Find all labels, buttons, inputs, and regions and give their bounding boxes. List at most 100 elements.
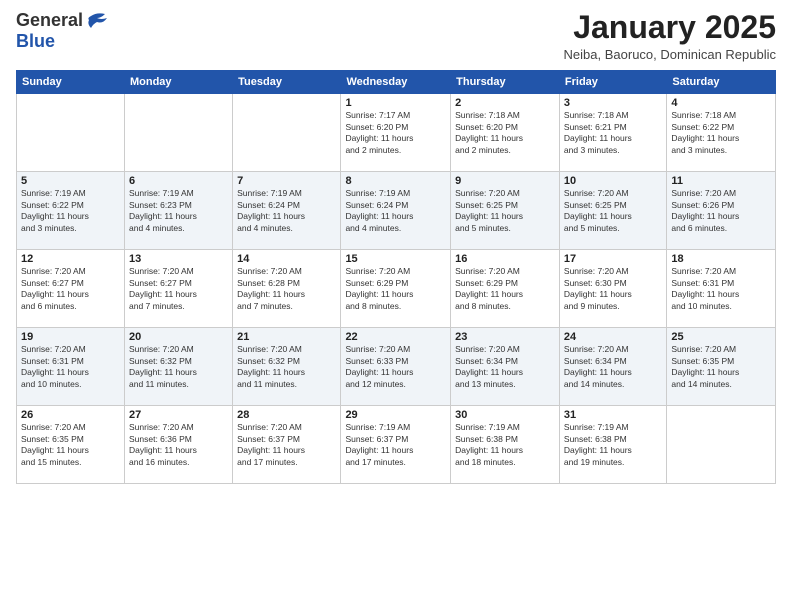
day-number: 19	[21, 331, 120, 343]
table-row: 16Sunrise: 7:20 AM Sunset: 6:29 PM Dayli…	[451, 250, 560, 328]
day-number: 24	[564, 331, 662, 343]
day-number: 16	[455, 253, 555, 265]
day-info: Sunrise: 7:20 AM Sunset: 6:35 PM Dayligh…	[671, 344, 771, 390]
table-row: 15Sunrise: 7:20 AM Sunset: 6:29 PM Dayli…	[341, 250, 451, 328]
day-number: 8	[345, 175, 446, 187]
day-info: Sunrise: 7:20 AM Sunset: 6:34 PM Dayligh…	[564, 344, 662, 390]
page: General Blue January 2025 Neiba, Baoruco…	[0, 0, 792, 612]
table-row: 20Sunrise: 7:20 AM Sunset: 6:32 PM Dayli…	[124, 328, 232, 406]
table-row: 30Sunrise: 7:19 AM Sunset: 6:38 PM Dayli…	[451, 406, 560, 484]
day-info: Sunrise: 7:20 AM Sunset: 6:34 PM Dayligh…	[455, 344, 555, 390]
day-info: Sunrise: 7:19 AM Sunset: 6:38 PM Dayligh…	[564, 422, 662, 468]
day-number: 31	[564, 409, 662, 421]
logo: General Blue	[16, 10, 111, 52]
day-info: Sunrise: 7:20 AM Sunset: 6:32 PM Dayligh…	[129, 344, 228, 390]
col-sunday: Sunday	[17, 71, 125, 94]
table-row: 10Sunrise: 7:20 AM Sunset: 6:25 PM Dayli…	[559, 172, 666, 250]
table-row: 1Sunrise: 7:17 AM Sunset: 6:20 PM Daylig…	[341, 94, 451, 172]
table-row: 25Sunrise: 7:20 AM Sunset: 6:35 PM Dayli…	[667, 328, 776, 406]
table-row: 31Sunrise: 7:19 AM Sunset: 6:38 PM Dayli…	[559, 406, 666, 484]
day-number: 14	[237, 253, 336, 265]
header-row: Sunday Monday Tuesday Wednesday Thursday…	[17, 71, 776, 94]
day-info: Sunrise: 7:18 AM Sunset: 6:22 PM Dayligh…	[671, 110, 771, 156]
day-number: 20	[129, 331, 228, 343]
day-info: Sunrise: 7:20 AM Sunset: 6:33 PM Dayligh…	[345, 344, 446, 390]
location-title: Neiba, Baoruco, Dominican Republic	[564, 47, 776, 62]
table-row: 12Sunrise: 7:20 AM Sunset: 6:27 PM Dayli…	[17, 250, 125, 328]
table-row: 21Sunrise: 7:20 AM Sunset: 6:32 PM Dayli…	[233, 328, 341, 406]
table-row: 17Sunrise: 7:20 AM Sunset: 6:30 PM Dayli…	[559, 250, 666, 328]
day-number: 7	[237, 175, 336, 187]
day-info: Sunrise: 7:19 AM Sunset: 6:37 PM Dayligh…	[345, 422, 446, 468]
day-info: Sunrise: 7:19 AM Sunset: 6:23 PM Dayligh…	[129, 188, 228, 234]
table-row: 2Sunrise: 7:18 AM Sunset: 6:20 PM Daylig…	[451, 94, 560, 172]
day-number: 21	[237, 331, 336, 343]
table-row: 9Sunrise: 7:20 AM Sunset: 6:25 PM Daylig…	[451, 172, 560, 250]
table-row: 14Sunrise: 7:20 AM Sunset: 6:28 PM Dayli…	[233, 250, 341, 328]
col-tuesday: Tuesday	[233, 71, 341, 94]
table-row: 4Sunrise: 7:18 AM Sunset: 6:22 PM Daylig…	[667, 94, 776, 172]
day-info: Sunrise: 7:20 AM Sunset: 6:30 PM Dayligh…	[564, 266, 662, 312]
table-row: 3Sunrise: 7:18 AM Sunset: 6:21 PM Daylig…	[559, 94, 666, 172]
table-row: 29Sunrise: 7:19 AM Sunset: 6:37 PM Dayli…	[341, 406, 451, 484]
day-info: Sunrise: 7:19 AM Sunset: 6:22 PM Dayligh…	[21, 188, 120, 234]
day-number: 28	[237, 409, 336, 421]
day-info: Sunrise: 7:18 AM Sunset: 6:20 PM Dayligh…	[455, 110, 555, 156]
table-row: 11Sunrise: 7:20 AM Sunset: 6:26 PM Dayli…	[667, 172, 776, 250]
day-number: 1	[345, 97, 446, 109]
day-info: Sunrise: 7:20 AM Sunset: 6:29 PM Dayligh…	[345, 266, 446, 312]
day-number: 9	[455, 175, 555, 187]
day-info: Sunrise: 7:20 AM Sunset: 6:32 PM Dayligh…	[237, 344, 336, 390]
table-row: 6Sunrise: 7:19 AM Sunset: 6:23 PM Daylig…	[124, 172, 232, 250]
day-info: Sunrise: 7:19 AM Sunset: 6:38 PM Dayligh…	[455, 422, 555, 468]
day-info: Sunrise: 7:20 AM Sunset: 6:25 PM Dayligh…	[564, 188, 662, 234]
day-info: Sunrise: 7:20 AM Sunset: 6:27 PM Dayligh…	[129, 266, 228, 312]
week-row-2: 12Sunrise: 7:20 AM Sunset: 6:27 PM Dayli…	[17, 250, 776, 328]
day-number: 11	[671, 175, 771, 187]
table-row: 7Sunrise: 7:19 AM Sunset: 6:24 PM Daylig…	[233, 172, 341, 250]
day-info: Sunrise: 7:17 AM Sunset: 6:20 PM Dayligh…	[345, 110, 446, 156]
day-number: 10	[564, 175, 662, 187]
header: General Blue January 2025 Neiba, Baoruco…	[16, 10, 776, 62]
logo-bird-icon	[83, 10, 111, 32]
col-friday: Friday	[559, 71, 666, 94]
table-row: 8Sunrise: 7:19 AM Sunset: 6:24 PM Daylig…	[341, 172, 451, 250]
day-info: Sunrise: 7:19 AM Sunset: 6:24 PM Dayligh…	[345, 188, 446, 234]
day-info: Sunrise: 7:20 AM Sunset: 6:37 PM Dayligh…	[237, 422, 336, 468]
table-row	[17, 94, 125, 172]
day-number: 22	[345, 331, 446, 343]
day-number: 4	[671, 97, 771, 109]
table-row: 5Sunrise: 7:19 AM Sunset: 6:22 PM Daylig…	[17, 172, 125, 250]
table-row	[233, 94, 341, 172]
calendar-table: Sunday Monday Tuesday Wednesday Thursday…	[16, 70, 776, 484]
logo-text-general: General	[16, 11, 83, 31]
title-area: January 2025 Neiba, Baoruco, Dominican R…	[564, 10, 776, 62]
week-row-1: 5Sunrise: 7:19 AM Sunset: 6:22 PM Daylig…	[17, 172, 776, 250]
day-number: 27	[129, 409, 228, 421]
day-number: 3	[564, 97, 662, 109]
day-info: Sunrise: 7:20 AM Sunset: 6:25 PM Dayligh…	[455, 188, 555, 234]
day-number: 18	[671, 253, 771, 265]
table-row: 19Sunrise: 7:20 AM Sunset: 6:31 PM Dayli…	[17, 328, 125, 406]
day-info: Sunrise: 7:20 AM Sunset: 6:26 PM Dayligh…	[671, 188, 771, 234]
table-row: 18Sunrise: 7:20 AM Sunset: 6:31 PM Dayli…	[667, 250, 776, 328]
week-row-4: 26Sunrise: 7:20 AM Sunset: 6:35 PM Dayli…	[17, 406, 776, 484]
table-row: 23Sunrise: 7:20 AM Sunset: 6:34 PM Dayli…	[451, 328, 560, 406]
table-row: 27Sunrise: 7:20 AM Sunset: 6:36 PM Dayli…	[124, 406, 232, 484]
day-number: 25	[671, 331, 771, 343]
day-number: 6	[129, 175, 228, 187]
day-number: 26	[21, 409, 120, 421]
table-row: 22Sunrise: 7:20 AM Sunset: 6:33 PM Dayli…	[341, 328, 451, 406]
table-row	[667, 406, 776, 484]
day-number: 13	[129, 253, 228, 265]
day-info: Sunrise: 7:20 AM Sunset: 6:31 PM Dayligh…	[21, 344, 120, 390]
day-info: Sunrise: 7:20 AM Sunset: 6:36 PM Dayligh…	[129, 422, 228, 468]
day-info: Sunrise: 7:20 AM Sunset: 6:31 PM Dayligh…	[671, 266, 771, 312]
week-row-3: 19Sunrise: 7:20 AM Sunset: 6:31 PM Dayli…	[17, 328, 776, 406]
day-number: 15	[345, 253, 446, 265]
month-title: January 2025	[564, 10, 776, 45]
logo-text-blue: Blue	[16, 31, 55, 51]
table-row: 13Sunrise: 7:20 AM Sunset: 6:27 PM Dayli…	[124, 250, 232, 328]
col-saturday: Saturday	[667, 71, 776, 94]
table-row: 26Sunrise: 7:20 AM Sunset: 6:35 PM Dayli…	[17, 406, 125, 484]
